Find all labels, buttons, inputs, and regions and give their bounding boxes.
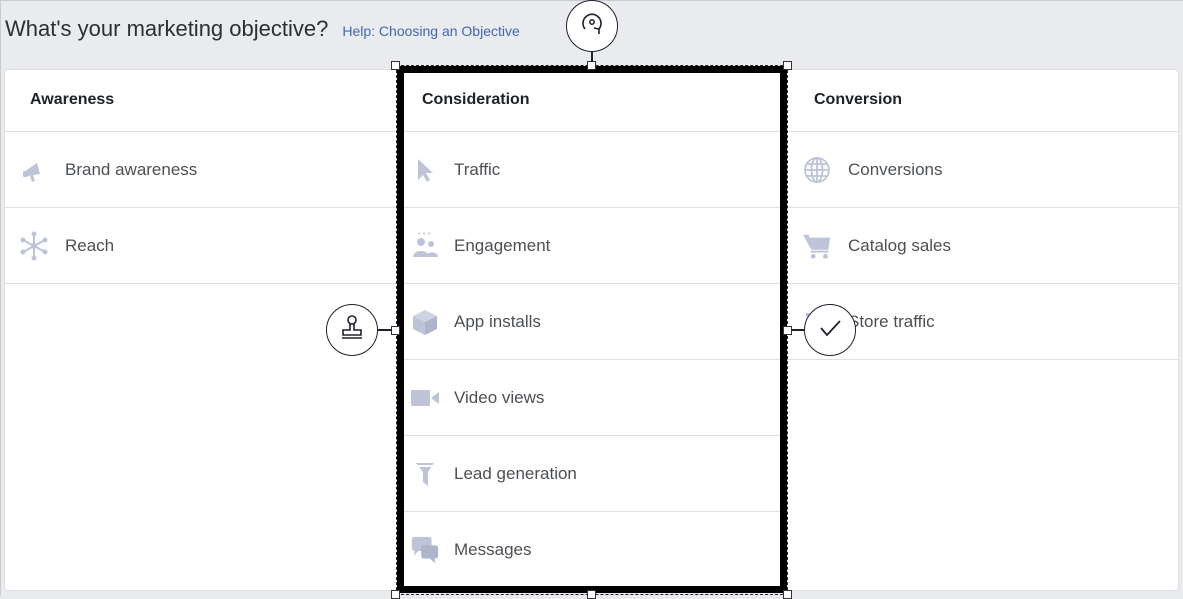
people-icon [410,231,440,261]
objective-engagement[interactable]: Engagement [396,208,788,284]
chat-bubbles-icon [410,535,440,565]
objective-label: Catalog sales [848,235,952,255]
objective-catalog-sales[interactable]: Catalog sales [788,208,1179,284]
objective-app-installs[interactable]: App installs [396,284,788,360]
objective-label: Reach [65,235,115,255]
window-border-left [0,0,1,596]
column-header-consideration: Consideration [396,69,788,132]
resize-handle-bottom[interactable] [587,590,596,599]
resize-handle-bottom-right[interactable] [783,590,792,599]
checkmark-icon [815,313,845,348]
column-awareness: Awareness Brand awareness Reach [4,69,396,284]
resize-handle-top-left[interactable] [391,61,400,70]
objective-reach[interactable]: Reach [4,208,396,284]
objective-label: Engagement [454,235,551,255]
objective-traffic[interactable]: Traffic [396,132,788,208]
rotate-icon [577,9,607,44]
objective-label: Messages [454,540,532,559]
cart-icon [802,231,832,261]
rotate-handle[interactable] [566,0,618,52]
page-title: What's your marketing objective? [5,16,329,41]
objective-label: Brand awareness [65,159,198,179]
objective-label: Traffic [454,159,501,179]
objective-conversions[interactable]: Conversions [788,132,1179,208]
funnel-icon [410,459,440,489]
stamp-icon [337,313,367,348]
confirm-handle[interactable] [804,304,856,356]
objective-lead-generation[interactable]: Lead generation [396,436,788,512]
objective-brand-awareness[interactable]: Brand awareness [4,132,396,208]
video-camera-icon [410,383,440,413]
header: What's your marketing objective? Help: C… [5,16,520,44]
resize-handle-top[interactable] [587,61,596,70]
help-link[interactable]: Help: Choosing an Objective [342,23,519,39]
resize-handle-bottom-left[interactable] [391,590,400,599]
column-consideration: Consideration Traffic Engagement App ins… [396,69,788,588]
objective-label: Lead generation [454,463,577,483]
megaphone-icon [19,155,49,185]
globe-icon [802,155,832,185]
stamp-handle[interactable] [326,304,378,356]
objective-label: Video views [454,387,545,407]
objective-messages[interactable]: Messages [396,512,788,588]
column-header-awareness: Awareness [4,69,396,132]
resize-handle-left[interactable] [391,326,400,335]
objective-label: Store traffic [848,311,935,331]
objective-video-views[interactable]: Video views [396,360,788,436]
resize-handle-right[interactable] [783,326,792,335]
resize-handle-top-right[interactable] [783,61,792,70]
box-icon [410,307,440,337]
stamp-handle-stem [378,329,392,331]
reach-icon [19,231,49,261]
column-header-conversion: Conversion [788,69,1179,132]
objective-label: App installs [454,311,541,331]
cursor-icon [410,155,440,185]
objective-label: Conversions [848,159,943,179]
